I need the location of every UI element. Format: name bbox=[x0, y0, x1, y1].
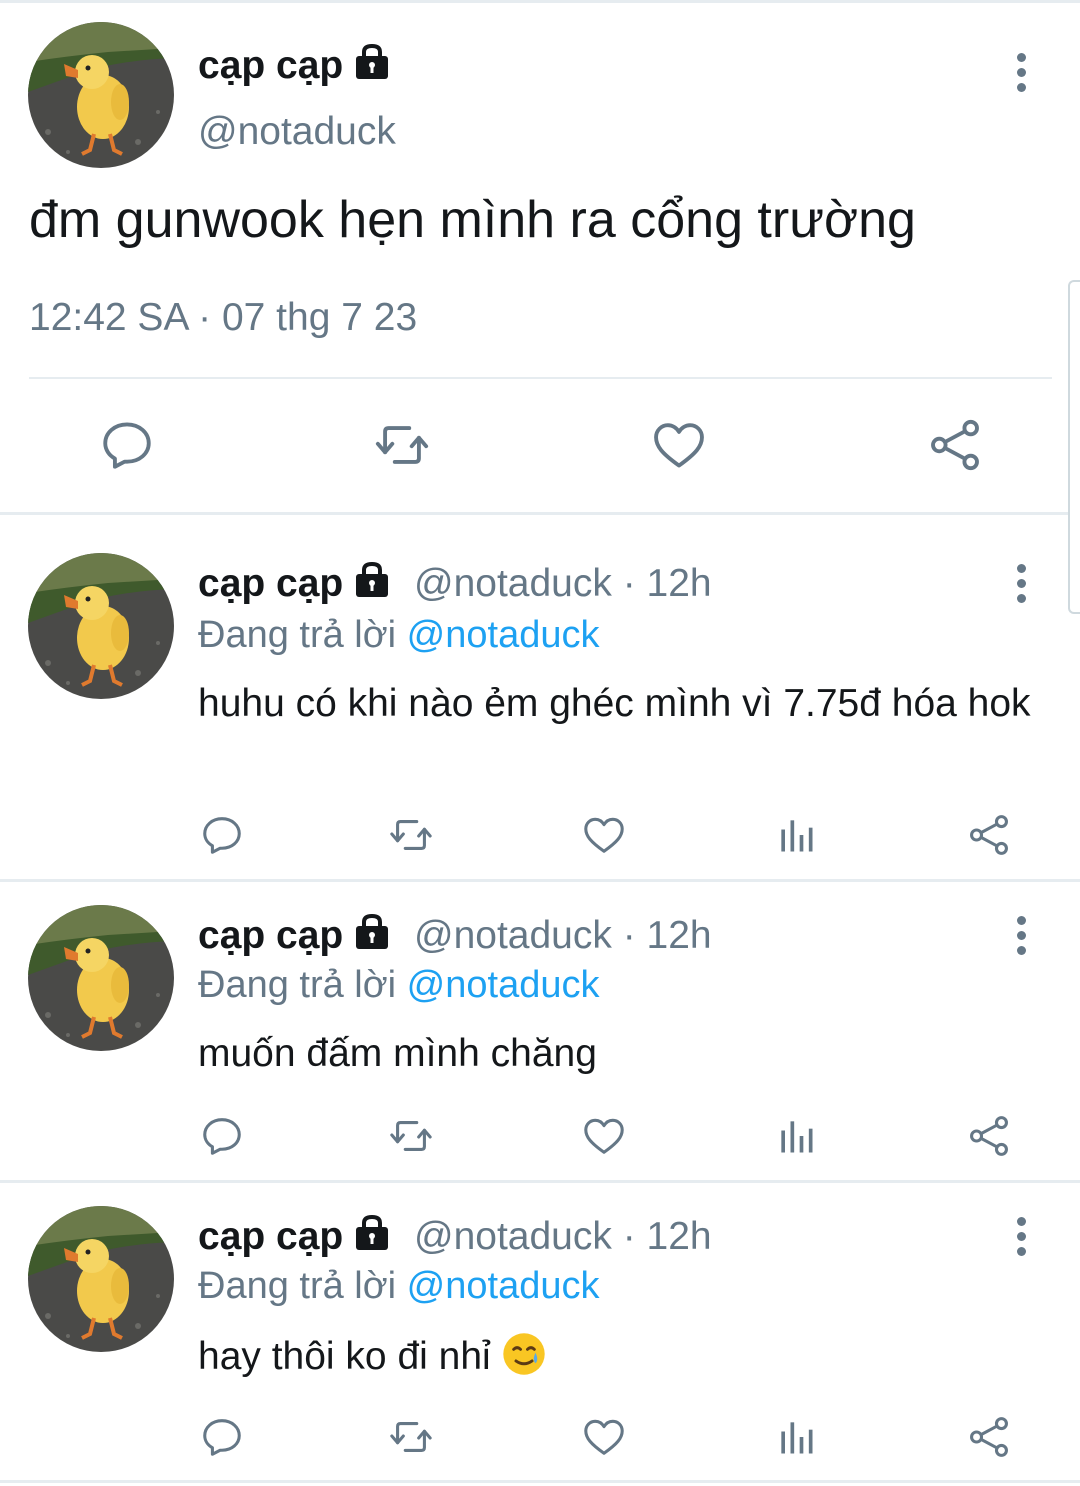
reply-icon[interactable] bbox=[199, 812, 245, 858]
avatar[interactable] bbox=[28, 1206, 174, 1352]
reply-icon[interactable] bbox=[199, 1113, 245, 1159]
retweet-icon[interactable] bbox=[386, 1414, 436, 1460]
lock-icon bbox=[351, 562, 393, 598]
replying-mention-link[interactable]: @notaduck bbox=[407, 614, 600, 656]
share-icon[interactable] bbox=[926, 416, 984, 474]
analytics-icon[interactable] bbox=[774, 1414, 818, 1460]
replying-to: Đang trả lời @notaduck bbox=[198, 614, 599, 657]
display-name-text: cạp cạp bbox=[198, 562, 344, 605]
reply-text: muốn đấm mình chăng bbox=[198, 1032, 597, 1075]
analytics-icon[interactable] bbox=[774, 812, 818, 858]
more-icon[interactable] bbox=[1011, 53, 1031, 93]
replying-to: Đang trả lời @notaduck bbox=[198, 964, 599, 1007]
replying-prefix: Đang trả lời bbox=[198, 1265, 397, 1307]
smiling-face-with-tear-icon bbox=[501, 1331, 547, 1377]
handle-and-time[interactable]: @notaduck · 12h bbox=[414, 914, 712, 958]
duck-avatar-image bbox=[28, 1206, 174, 1352]
tweet-timestamp[interactable]: 12:42 SA · 07 thg 7 23 bbox=[29, 296, 417, 340]
display-name-text: cạp cạp bbox=[198, 1215, 344, 1258]
tweet-text: đm gunwook hẹn mình ra cổng trường bbox=[29, 191, 916, 249]
replying-prefix: Đang trả lời bbox=[198, 614, 397, 656]
lock-icon bbox=[351, 914, 393, 950]
share-icon[interactable] bbox=[966, 812, 1012, 858]
handle-and-time[interactable]: @notaduck · 12h bbox=[414, 1215, 712, 1259]
reply-text: huhu có khi nào ẻm ghéc mình vì 7.75đ hó… bbox=[198, 682, 1031, 725]
duck-avatar-image bbox=[28, 905, 174, 1051]
reply-text: hay thôi ko đi nhỉ bbox=[198, 1331, 1048, 1381]
top-border bbox=[0, 0, 1080, 3]
avatar[interactable] bbox=[28, 553, 174, 699]
duck-avatar-image bbox=[28, 22, 174, 168]
section-divider bbox=[0, 1180, 1080, 1183]
replying-prefix: Đang trả lời bbox=[198, 964, 397, 1006]
section-divider bbox=[0, 512, 1080, 515]
more-icon[interactable] bbox=[1011, 916, 1031, 956]
retweet-icon[interactable] bbox=[386, 812, 436, 858]
like-icon[interactable] bbox=[581, 1113, 627, 1159]
reply-icon[interactable] bbox=[199, 1414, 245, 1460]
retweet-icon[interactable] bbox=[386, 1113, 436, 1159]
display-name-text: cạp cạp bbox=[198, 914, 344, 957]
more-icon[interactable] bbox=[1011, 564, 1031, 604]
lock-icon bbox=[351, 44, 393, 80]
handle-and-time[interactable]: @notaduck · 12h bbox=[414, 562, 712, 606]
more-icon[interactable] bbox=[1011, 1217, 1031, 1257]
analytics-icon[interactable] bbox=[774, 1113, 818, 1159]
reply-icon[interactable] bbox=[98, 416, 156, 474]
avatar[interactable] bbox=[28, 22, 174, 168]
display-name[interactable]: cạp cạp bbox=[198, 914, 393, 958]
duck-avatar-image bbox=[28, 553, 174, 699]
section-divider bbox=[0, 879, 1080, 882]
user-handle[interactable]: @notaduck bbox=[198, 110, 396, 154]
reply-text-content: hay thôi ko đi nhỉ bbox=[198, 1335, 491, 1378]
display-name[interactable]: cạp cạp bbox=[198, 562, 393, 606]
replying-to: Đang trả lời @notaduck bbox=[198, 1265, 599, 1308]
display-name[interactable]: cạp cạp bbox=[198, 1215, 393, 1259]
share-icon[interactable] bbox=[966, 1414, 1012, 1460]
like-icon[interactable] bbox=[581, 1414, 627, 1460]
retweet-icon[interactable] bbox=[371, 416, 433, 474]
like-icon[interactable] bbox=[581, 812, 627, 858]
replying-mention-link[interactable]: @notaduck bbox=[407, 1265, 600, 1307]
share-icon[interactable] bbox=[966, 1113, 1012, 1159]
section-divider bbox=[0, 1480, 1080, 1483]
scrollbar[interactable] bbox=[1068, 280, 1080, 614]
display-name[interactable]: cạp cạp bbox=[198, 44, 393, 88]
lock-icon bbox=[351, 1215, 393, 1251]
avatar[interactable] bbox=[28, 905, 174, 1051]
replying-mention-link[interactable]: @notaduck bbox=[407, 964, 600, 1006]
like-icon[interactable] bbox=[650, 416, 708, 474]
display-name-text: cạp cạp bbox=[198, 44, 344, 87]
divider bbox=[29, 377, 1052, 379]
